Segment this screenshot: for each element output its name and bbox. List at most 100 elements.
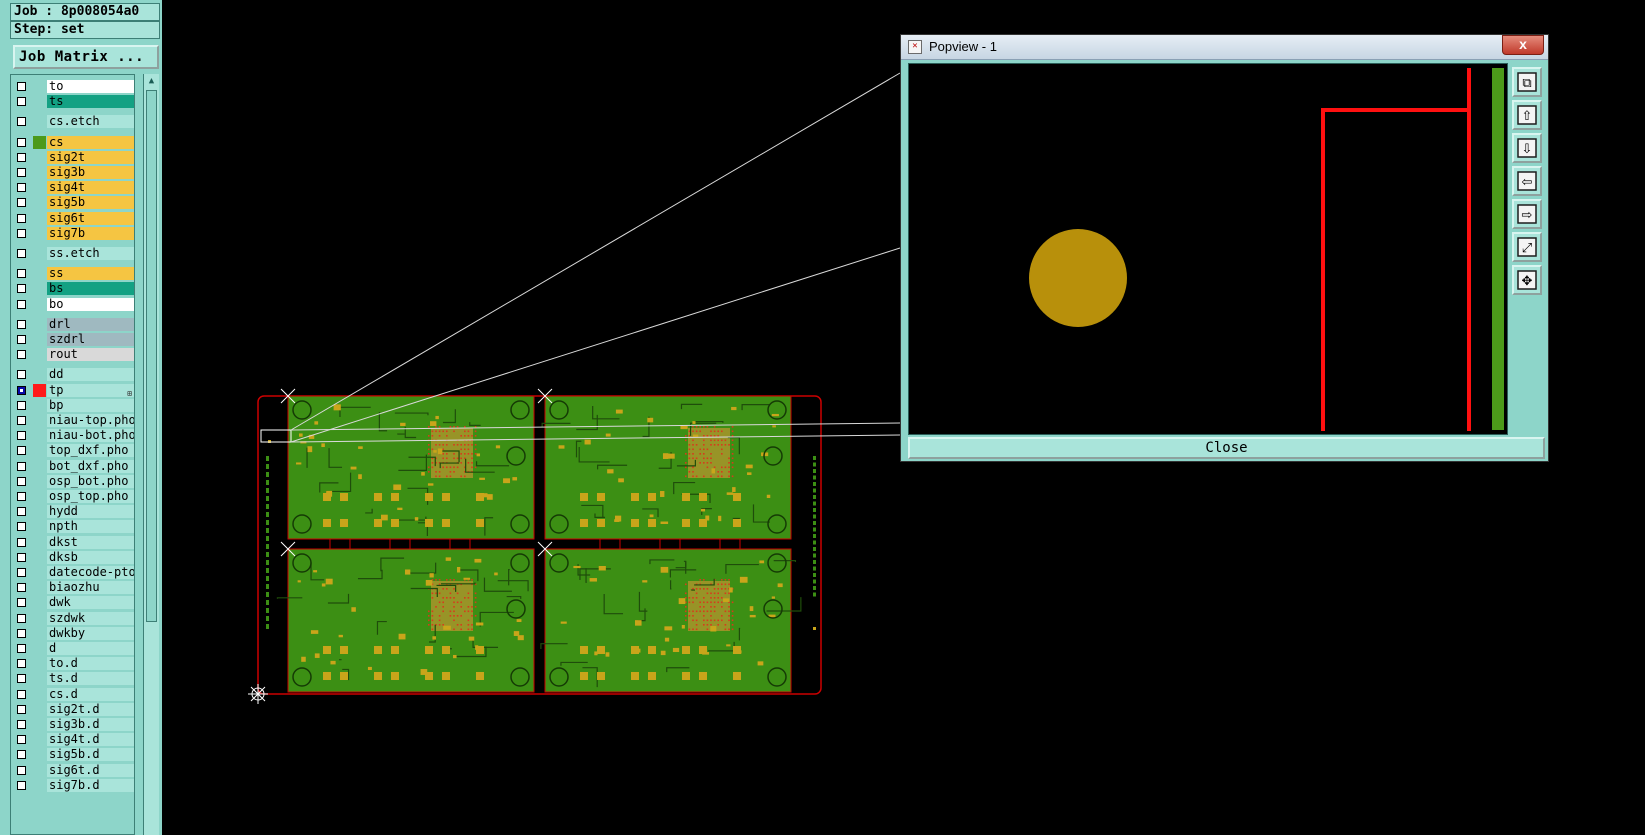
layer-row-bot-dxf-pho[interactable]: bot_dxf.pho — [11, 459, 134, 474]
layer-checkbox[interactable] — [17, 198, 26, 208]
layer-list-scrollbar[interactable]: ▲ — [143, 74, 159, 835]
zoom-window-icon[interactable]: ⧉ — [1512, 67, 1542, 97]
layer-row-dd[interactable]: dd — [11, 367, 134, 382]
layer-checkbox[interactable] — [17, 492, 26, 501]
layer-row-sig4t-d[interactable]: sig4t.d — [11, 732, 134, 747]
layer-name[interactable]: sig4t — [47, 181, 134, 195]
layer-checkbox[interactable] — [17, 82, 26, 91]
layer-name[interactable]: sig5b — [47, 196, 134, 210]
layer-name[interactable]: sig7b.d — [47, 778, 134, 792]
layer-name[interactable]: tp ⊞ — [47, 383, 134, 397]
close-icon[interactable]: x — [1502, 35, 1544, 55]
layer-row-szdrl[interactable]: szdrl — [11, 332, 134, 347]
layer-checkbox[interactable] — [17, 780, 26, 790]
layer-checkbox[interactable] — [17, 765, 26, 775]
layer-checkbox[interactable] — [17, 644, 26, 653]
layer-name[interactable]: sig5b.d — [47, 748, 134, 762]
layer-checkbox[interactable] — [17, 735, 26, 745]
layer-checkbox[interactable] — [17, 598, 26, 608]
layer-row-sig2t[interactable]: sig2t — [11, 150, 134, 165]
layer-row-ts-d[interactable]: ts.d — [11, 671, 134, 686]
layer-row-bs[interactable]: bs — [11, 281, 134, 296]
popview-titlebar[interactable]: ✕ Popview - 1 x — [901, 35, 1548, 60]
layer-checkbox[interactable] — [17, 613, 26, 623]
layer-name[interactable]: sig7b — [47, 226, 134, 240]
layer-checkbox[interactable] — [17, 720, 26, 729]
layer-name[interactable]: osp_bot.pho — [47, 474, 134, 488]
layer-row-rout[interactable]: rout — [11, 347, 134, 362]
layer-name[interactable]: sig6t.d — [47, 763, 134, 777]
expand-icon[interactable]: ⊞ — [127, 387, 132, 397]
layer-row-sig6t[interactable]: sig6t — [11, 211, 134, 226]
layer-checkbox[interactable] — [17, 704, 26, 714]
pan-down-icon[interactable]: ⇩ — [1512, 133, 1542, 163]
layer-name[interactable]: niau-bot.pho — [47, 429, 134, 443]
layer-row-dkst[interactable]: dkst — [11, 535, 134, 550]
layer-row-top-dxf-pho[interactable]: top_dxf.pho — [11, 443, 134, 458]
layer-name[interactable]: bot_dxf.pho — [47, 459, 134, 473]
layer-checkbox[interactable] — [17, 137, 26, 147]
layer-name[interactable]: dkst — [47, 535, 134, 549]
scroll-thumb[interactable] — [146, 90, 157, 622]
layer-checkbox[interactable] — [17, 476, 26, 486]
layer-name[interactable]: sig2t — [47, 150, 134, 164]
layer-row-sig7b[interactable]: sig7b — [11, 226, 134, 241]
layer-row-npth[interactable]: npth — [11, 519, 134, 534]
layer-name[interactable]: ss.etch — [47, 247, 134, 260]
layer-checkbox[interactable] — [17, 522, 26, 532]
layer-row-dksb[interactable]: dksb — [11, 550, 134, 565]
job-matrix-button[interactable]: Job Matrix ... — [13, 45, 159, 69]
layer-checkbox[interactable] — [17, 507, 26, 517]
layer-name[interactable]: bo — [47, 297, 134, 311]
zoom-home-icon[interactable]: ✥ — [1512, 265, 1542, 295]
layer-name[interactable]: osp_top.pho — [47, 490, 134, 503]
layer-row-ss[interactable]: ss — [11, 266, 134, 281]
layer-row-sig3b[interactable]: sig3b — [11, 165, 134, 180]
layer-row-ss-etch[interactable]: ss.etch — [11, 246, 134, 261]
layer-checkbox[interactable] — [17, 689, 26, 699]
layer-checkbox[interactable] — [17, 152, 26, 162]
layer-checkbox[interactable] — [17, 284, 26, 294]
layer-name[interactable]: top_dxf.pho — [47, 444, 134, 458]
layer-row-sig5b[interactable]: sig5b — [11, 195, 134, 210]
layer-checkbox[interactable] — [17, 431, 26, 441]
layer-name[interactable]: cs.etch — [47, 115, 134, 129]
popview-viewport[interactable] — [908, 63, 1508, 435]
layer-name[interactable]: datecode-pto — [47, 566, 134, 579]
layer-row-hydd[interactable]: hydd — [11, 504, 134, 519]
pan-left-icon[interactable]: ⇦ — [1512, 166, 1542, 196]
layer-checkbox[interactable] — [17, 583, 26, 593]
layer-name[interactable]: dwkby — [47, 626, 134, 640]
layer-row-to[interactable]: to — [11, 79, 134, 94]
layer-row-sig4t[interactable]: sig4t — [11, 180, 134, 195]
scroll-up-arrow-icon[interactable]: ▲ — [144, 74, 159, 88]
layer-checkbox[interactable] — [17, 568, 26, 577]
layer-name[interactable]: ts.d — [47, 672, 134, 686]
layer-row-cs-etch[interactable]: cs.etch — [11, 114, 134, 129]
layer-name[interactable]: sig3b.d — [47, 718, 134, 731]
layer-checkbox[interactable] — [17, 249, 26, 258]
layer-row-bp[interactable]: bp — [11, 398, 134, 413]
layer-row-bo[interactable]: bo — [11, 297, 134, 312]
layer-checkbox[interactable] — [17, 400, 26, 410]
layer-color-swatch[interactable] — [33, 135, 46, 149]
layer-name[interactable]: ss — [47, 267, 134, 281]
layer-name[interactable]: cs.d — [47, 687, 134, 701]
layer-checkbox[interactable] — [17, 628, 26, 638]
layer-name[interactable]: bs — [47, 282, 134, 296]
layer-name[interactable]: dd — [47, 368, 134, 382]
layer-name[interactable]: szdwk — [47, 611, 134, 625]
layer-name[interactable]: biaozhu — [47, 581, 134, 595]
layer-row-datecode-pto[interactable]: datecode-pto — [11, 565, 134, 580]
layer-row-cs[interactable]: cs — [11, 135, 134, 150]
layer-name[interactable]: to — [47, 80, 134, 93]
layer-row-to-d[interactable]: to.d — [11, 656, 134, 671]
layer-checkbox[interactable] — [17, 370, 26, 380]
layer-row-d[interactable]: d — [11, 641, 134, 656]
layer-row-cs-d[interactable]: cs.d — [11, 687, 134, 702]
layer-checkbox[interactable] — [17, 659, 26, 669]
layer-row-sig3b-d[interactable]: sig3b.d — [11, 717, 134, 732]
layer-checkbox[interactable] — [17, 537, 26, 547]
layer-checkbox[interactable] — [17, 552, 26, 562]
layer-row-drl[interactable]: drl — [11, 317, 134, 332]
